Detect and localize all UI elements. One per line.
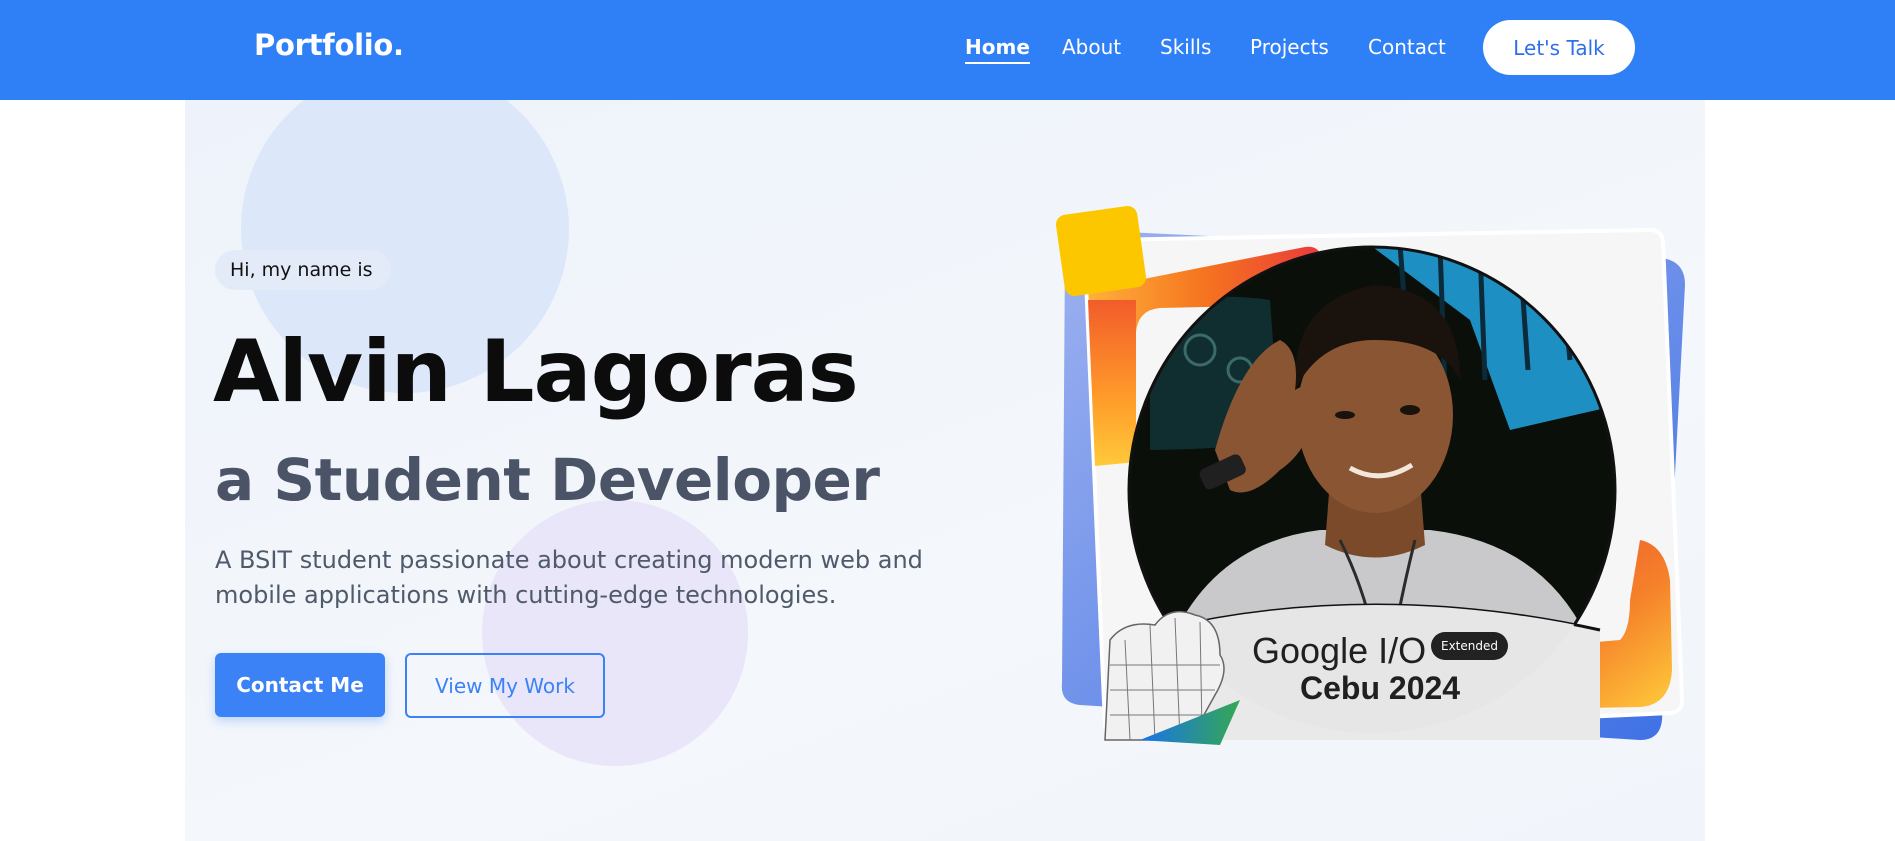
nav-link-contact[interactable]: Contact (1368, 35, 1446, 59)
nav-link-label: Skills (1160, 35, 1212, 59)
hero-description: A BSIT student passionate about creating… (215, 546, 923, 609)
contact-me-button[interactable]: Contact Me (215, 653, 385, 717)
active-underline (965, 62, 1030, 64)
nav-link-label: Projects (1250, 35, 1329, 59)
nav-link-about[interactable]: About (1062, 35, 1121, 59)
nav-link-label: Contact (1368, 35, 1446, 59)
decorative-circle (482, 500, 748, 766)
view-my-work-button[interactable]: View My Work (405, 653, 605, 718)
logo[interactable]: Portfolio. (254, 28, 404, 62)
hero-name: Alvin Lagoras (213, 322, 859, 422)
nav-link-label: About (1062, 35, 1122, 59)
event-subtitle: Cebu 2024 (1300, 670, 1461, 706)
nav-link-home[interactable]: Home (965, 35, 1030, 64)
nav-link-projects[interactable]: Projects (1250, 35, 1329, 59)
navbar: Portfolio. Home About Skills Projects Co… (0, 0, 1895, 100)
event-title: Google I/O (1252, 630, 1427, 671)
nav-link-skills[interactable]: Skills (1160, 35, 1211, 59)
yellow-accent-square (1054, 204, 1148, 298)
greeting-pill: Hi, my name is (215, 250, 391, 290)
event-badge: Extended (1431, 632, 1508, 660)
hero-role: a Student Developer (215, 446, 880, 514)
lets-talk-button[interactable]: Let's Talk (1483, 20, 1635, 75)
nav-link-label: Home (965, 35, 1030, 59)
